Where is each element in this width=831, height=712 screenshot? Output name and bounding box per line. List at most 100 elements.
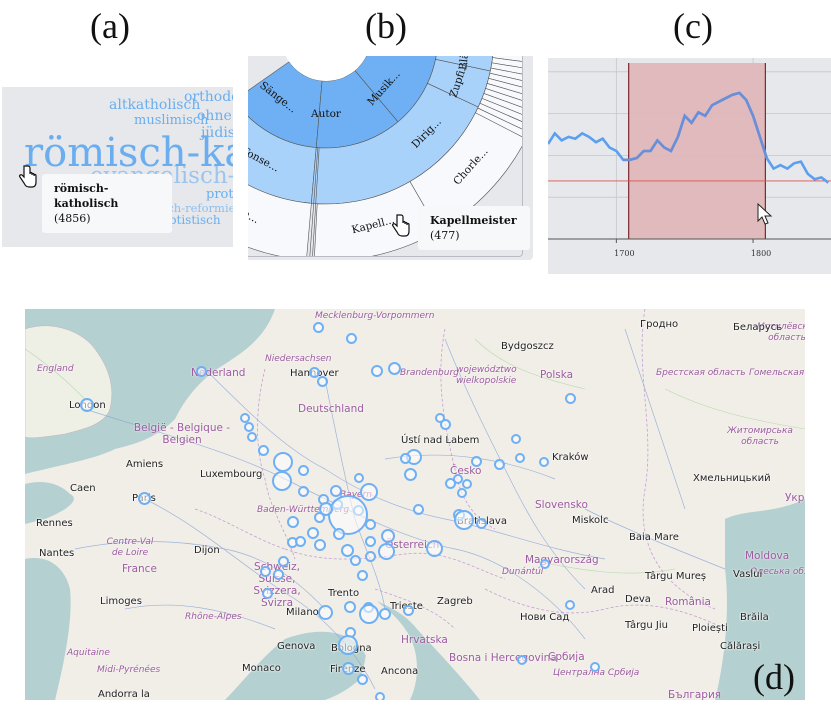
place-marker[interactable]: [330, 485, 342, 497]
place-marker[interactable]: [247, 432, 257, 442]
place-marker[interactable]: [540, 559, 550, 569]
place-marker[interactable]: [511, 434, 521, 444]
place-marker[interactable]: [137, 491, 151, 505]
city-label: Târgu Mureș: [645, 571, 707, 582]
place-marker[interactable]: [259, 565, 271, 577]
place-marker[interactable]: [312, 321, 324, 333]
place-marker[interactable]: [375, 692, 385, 700]
place-marker[interactable]: [272, 568, 284, 580]
tooltip-word: römisch-katholisch (4856): [42, 174, 172, 233]
region-label: Niedersachsen: [265, 354, 332, 364]
region-label: Midi-Pyrénées: [97, 665, 161, 675]
place-marker[interactable]: [344, 601, 356, 613]
place-marker[interactable]: [314, 539, 326, 551]
place-marker[interactable]: [297, 485, 309, 497]
place-marker[interactable]: [257, 444, 269, 456]
region-label: Centre-Val de Loire: [106, 537, 154, 558]
place-marker[interactable]: [349, 554, 361, 566]
place-marker[interactable]: [287, 516, 299, 528]
place-marker[interactable]: [195, 365, 207, 377]
place-marker[interactable]: [539, 457, 549, 467]
place-marker[interactable]: [360, 483, 378, 501]
place-marker[interactable]: [341, 661, 355, 675]
city-label: Zagreb: [437, 596, 473, 607]
place-marker[interactable]: [564, 392, 576, 404]
region-label: Andorra la: [98, 689, 150, 700]
place-marker[interactable]: [364, 535, 376, 547]
place-marker[interactable]: [317, 604, 333, 620]
place-marker[interactable]: [340, 543, 354, 557]
place-marker[interactable]: [307, 527, 319, 539]
timeline-chart[interactable]: 1700 1800: [548, 58, 831, 274]
place-marker[interactable]: [470, 455, 482, 467]
place-marker[interactable]: [387, 361, 401, 375]
city-label: Nantes: [39, 548, 75, 559]
place-marker[interactable]: [515, 453, 525, 463]
region-label: Brandenburg: [400, 368, 459, 378]
place-marker[interactable]: [294, 535, 306, 547]
hand-pointer-icon: [19, 165, 37, 188]
place-marker[interactable]: [517, 655, 527, 665]
place-marker[interactable]: [80, 398, 94, 412]
panel-label-d: (d): [753, 657, 795, 697]
country-label: România: [665, 596, 711, 608]
place-marker[interactable]: [308, 366, 320, 378]
place-marker[interactable]: [364, 550, 376, 562]
place-marker[interactable]: [399, 452, 411, 464]
region-label: Aquitaine: [67, 648, 110, 658]
tooltip-count: (4856): [54, 212, 91, 225]
place-marker[interactable]: [381, 529, 395, 543]
place-marker[interactable]: [462, 479, 472, 489]
place-marker[interactable]: [493, 458, 505, 470]
place-marker[interactable]: [356, 673, 368, 685]
place-marker[interactable]: [454, 510, 474, 530]
place-marker[interactable]: [453, 474, 463, 484]
hand-pointer-icon: [392, 214, 410, 237]
word-ohne-bekenntnis[interactable]: ohne Be: [197, 109, 233, 123]
place-marker[interactable]: [590, 662, 600, 672]
place-marker[interactable]: [356, 569, 368, 581]
place-marker[interactable]: [273, 452, 293, 472]
country-label: Hrvatska: [401, 634, 448, 646]
country-label: Укр: [785, 492, 805, 504]
place-marker[interactable]: [272, 471, 292, 491]
place-marker[interactable]: [333, 528, 345, 540]
word-protestantisch[interactable]: protestantisch: [206, 188, 233, 201]
city-label: Genova: [277, 641, 316, 652]
city-label: Rennes: [36, 518, 73, 529]
place-marker[interactable]: [316, 375, 328, 387]
country-label: France: [122, 563, 157, 575]
place-marker[interactable]: [354, 473, 364, 483]
sunburst-label: Autor: [310, 108, 342, 120]
place-marker[interactable]: [338, 635, 358, 655]
place-marker[interactable]: [371, 365, 383, 377]
place-marker[interactable]: [345, 332, 357, 344]
place-marker[interactable]: [565, 600, 575, 610]
place-marker[interactable]: [277, 555, 289, 567]
country-label: Moldova: [745, 550, 790, 562]
place-marker[interactable]: [402, 604, 414, 616]
place-marker[interactable]: [412, 503, 424, 515]
city-label: Гродно: [640, 319, 679, 330]
city-label: Deva: [625, 594, 651, 605]
word-orthodox[interactable]: orthodox: [184, 90, 233, 104]
city-label: Ústí nad Labem: [401, 435, 480, 446]
city-label: Беларусь: [733, 322, 783, 333]
place-marker[interactable]: [403, 467, 417, 481]
place-marker[interactable]: [359, 604, 379, 624]
place-marker[interactable]: [377, 542, 395, 560]
place-marker[interactable]: [297, 464, 309, 476]
country-label: Deutschland: [298, 403, 364, 415]
place-marker[interactable]: [439, 418, 451, 430]
region-label: Rhône-Alpes: [185, 612, 242, 622]
place-marker[interactable]: [319, 502, 333, 516]
place-marker[interactable]: [475, 517, 487, 529]
panel-label-c: (c): [673, 6, 713, 46]
place-marker[interactable]: [379, 608, 391, 620]
place-marker[interactable]: [425, 539, 443, 557]
timeline-panel: 1700 1800: [548, 58, 831, 274]
map-panel[interactable]: Mecklenburg-Vorpommern Niedersachsen Eng…: [25, 309, 805, 700]
place-marker[interactable]: [244, 422, 254, 432]
place-marker[interactable]: [261, 587, 273, 599]
place-marker[interactable]: [457, 488, 467, 498]
